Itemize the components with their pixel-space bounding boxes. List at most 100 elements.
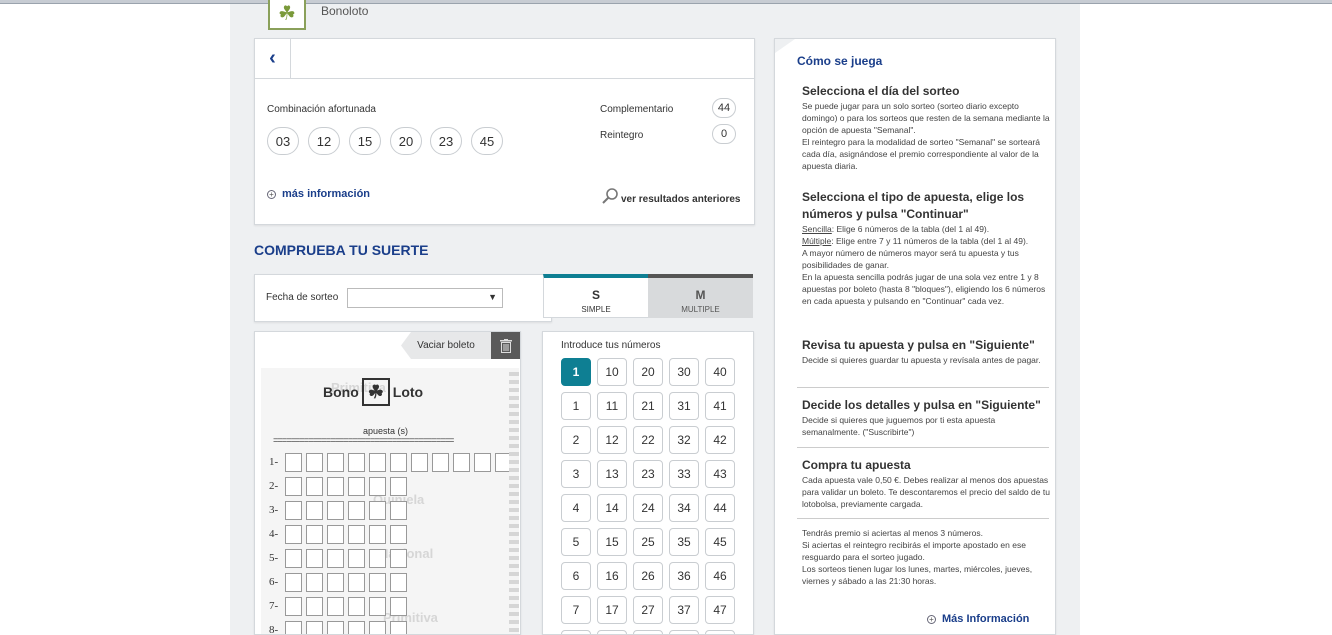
ticket-number-box	[348, 596, 365, 616]
ticket-number-box	[369, 524, 386, 544]
multiple-text: : Elige entre 7 y 11 números de la tabla…	[831, 236, 1029, 246]
number-button[interactable]: 27	[633, 596, 663, 624]
sencilla-text: : Elige 6 números de la tabla (del 1 al …	[831, 224, 990, 234]
number-button[interactable]: 16	[597, 562, 627, 590]
number-button[interactable]: 22	[633, 426, 663, 454]
step-text: Se puede jugar para un solo sorteo (sort…	[802, 101, 1050, 171]
panel-notch	[775, 39, 795, 53]
complementario-ball: 44	[712, 98, 736, 118]
previous-results-link[interactable]: ver resultados anteriores	[601, 187, 741, 205]
back-button[interactable]: ‹	[255, 39, 291, 79]
number-button[interactable]: 4	[561, 494, 591, 522]
number-button[interactable]	[705, 630, 735, 634]
number-button[interactable]: 47	[705, 596, 735, 624]
number-button[interactable]: 44	[705, 494, 735, 522]
ticket-number-box	[306, 524, 323, 544]
numbers-card: Introduce tus números 1 10 20 30 40 1 11 21 31 41…	[542, 331, 754, 635]
number-button[interactable]: 32	[669, 426, 699, 454]
number-button[interactable]: 35	[669, 528, 699, 556]
ticket-row-number: 4-	[269, 528, 279, 540]
step-text-sencilla: Sencilla: Elige 6 números de la tabla (d…	[802, 223, 1050, 235]
multiple-label: Múltiple	[802, 236, 832, 246]
number-button[interactable]: 2	[561, 426, 591, 454]
step-title: Revisa tu apuesta y pulsa en "Siguiente"	[802, 338, 1035, 352]
number-button[interactable]: 34	[669, 494, 699, 522]
trash-icon	[500, 338, 512, 353]
ticket-number-box	[390, 620, 407, 634]
number-button[interactable]: 36	[669, 562, 699, 590]
chevron-left-icon: ‹	[269, 47, 276, 69]
number-button[interactable]: 21	[633, 392, 663, 420]
number-button[interactable]: 37	[669, 596, 699, 624]
plus-circle-icon: +	[927, 614, 936, 624]
ticket-number-box	[348, 476, 365, 496]
number-button[interactable]: 45	[705, 528, 735, 556]
step-text-multiple: Múltiple: Elige entre 7 y 11 números de …	[802, 235, 1050, 247]
ticket-row: 7-	[269, 596, 411, 616]
ticket-number-box	[306, 572, 323, 592]
ticket-number-box	[453, 452, 470, 472]
ticket-row: 3-	[269, 500, 411, 520]
clear-ticket-button[interactable]: Vaciar boleto	[401, 332, 491, 359]
number-button[interactable]: 24	[633, 494, 663, 522]
number-button[interactable]: 1	[561, 392, 591, 420]
number-button[interactable]: 6	[561, 562, 591, 590]
number-button[interactable]: 26	[633, 562, 663, 590]
number-button[interactable]: 1	[561, 358, 591, 386]
number-button[interactable]: 10	[597, 358, 627, 386]
ticket-number-box	[348, 524, 365, 544]
number-button[interactable]: 31	[669, 392, 699, 420]
number-button[interactable]	[669, 630, 699, 634]
number-button[interactable]: 23	[633, 460, 663, 488]
number-button[interactable]: 42	[705, 426, 735, 454]
number-button[interactable]: 14	[597, 494, 627, 522]
number-button[interactable]: 30	[669, 358, 699, 386]
number-button[interactable]: 3	[561, 460, 591, 488]
step-title: Selecciona el tipo de apuesta, elige los…	[802, 190, 1025, 221]
number-button[interactable]: 11	[597, 392, 627, 420]
number-button[interactable]: 43	[705, 460, 735, 488]
number-button[interactable]: 20	[633, 358, 663, 386]
tab-multiple[interactable]: M MULTIPLE	[648, 274, 753, 318]
more-info-link-side[interactable]: + Más Información	[927, 613, 1029, 625]
number-button[interactable]: 33	[669, 460, 699, 488]
ticket-edge	[509, 368, 519, 634]
ticket-number-box	[390, 476, 407, 496]
ticket-row: 1-	[269, 452, 516, 472]
dropdown-arrow-icon: ▼	[488, 292, 497, 302]
more-info-label: más información	[282, 188, 371, 200]
divider	[797, 518, 1049, 519]
number-button[interactable]: 13	[597, 460, 627, 488]
number-button[interactable]: 40	[705, 358, 735, 386]
clover-icon: ☘	[278, 3, 296, 25]
number-button[interactable]: 12	[597, 426, 627, 454]
ticket-row-number: 7-	[269, 600, 279, 612]
number-button[interactable]: 5	[561, 528, 591, 556]
ticket-number-box	[369, 596, 386, 616]
number-button[interactable]: 7	[561, 596, 591, 624]
step-2: Selecciona el tipo de apuesta, elige los…	[802, 189, 1050, 307]
number-button[interactable]: 41	[705, 392, 735, 420]
ticket-number-box	[411, 452, 428, 472]
trash-button[interactable]	[491, 332, 520, 359]
number-button[interactable]	[633, 630, 663, 634]
ticket-number-box	[285, 476, 302, 496]
more-info-link[interactable]: + más información	[267, 188, 370, 200]
number-button[interactable]: 17	[597, 596, 627, 624]
bonoloto-logo: ☘	[268, 0, 306, 30]
ticket-number-box	[327, 524, 344, 544]
divider	[797, 387, 1049, 388]
ticket-number-box	[390, 452, 407, 472]
ticket-row: 8-	[269, 620, 411, 634]
tab-simple[interactable]: S SIMPLE	[543, 274, 648, 318]
number-button[interactable]	[561, 630, 591, 634]
number-button[interactable]: 15	[597, 528, 627, 556]
number-button[interactable]	[597, 630, 627, 634]
number-button[interactable]: 25	[633, 528, 663, 556]
ticket-row-number: 6-	[269, 576, 279, 588]
number-button[interactable]: 46	[705, 562, 735, 590]
date-select[interactable]: ▼	[347, 288, 503, 308]
ticket-number-box	[306, 500, 323, 520]
tab-simple-label: SIMPLE	[581, 305, 611, 314]
step-title: Decide los detalles y pulsa en "Siguient…	[802, 398, 1041, 412]
